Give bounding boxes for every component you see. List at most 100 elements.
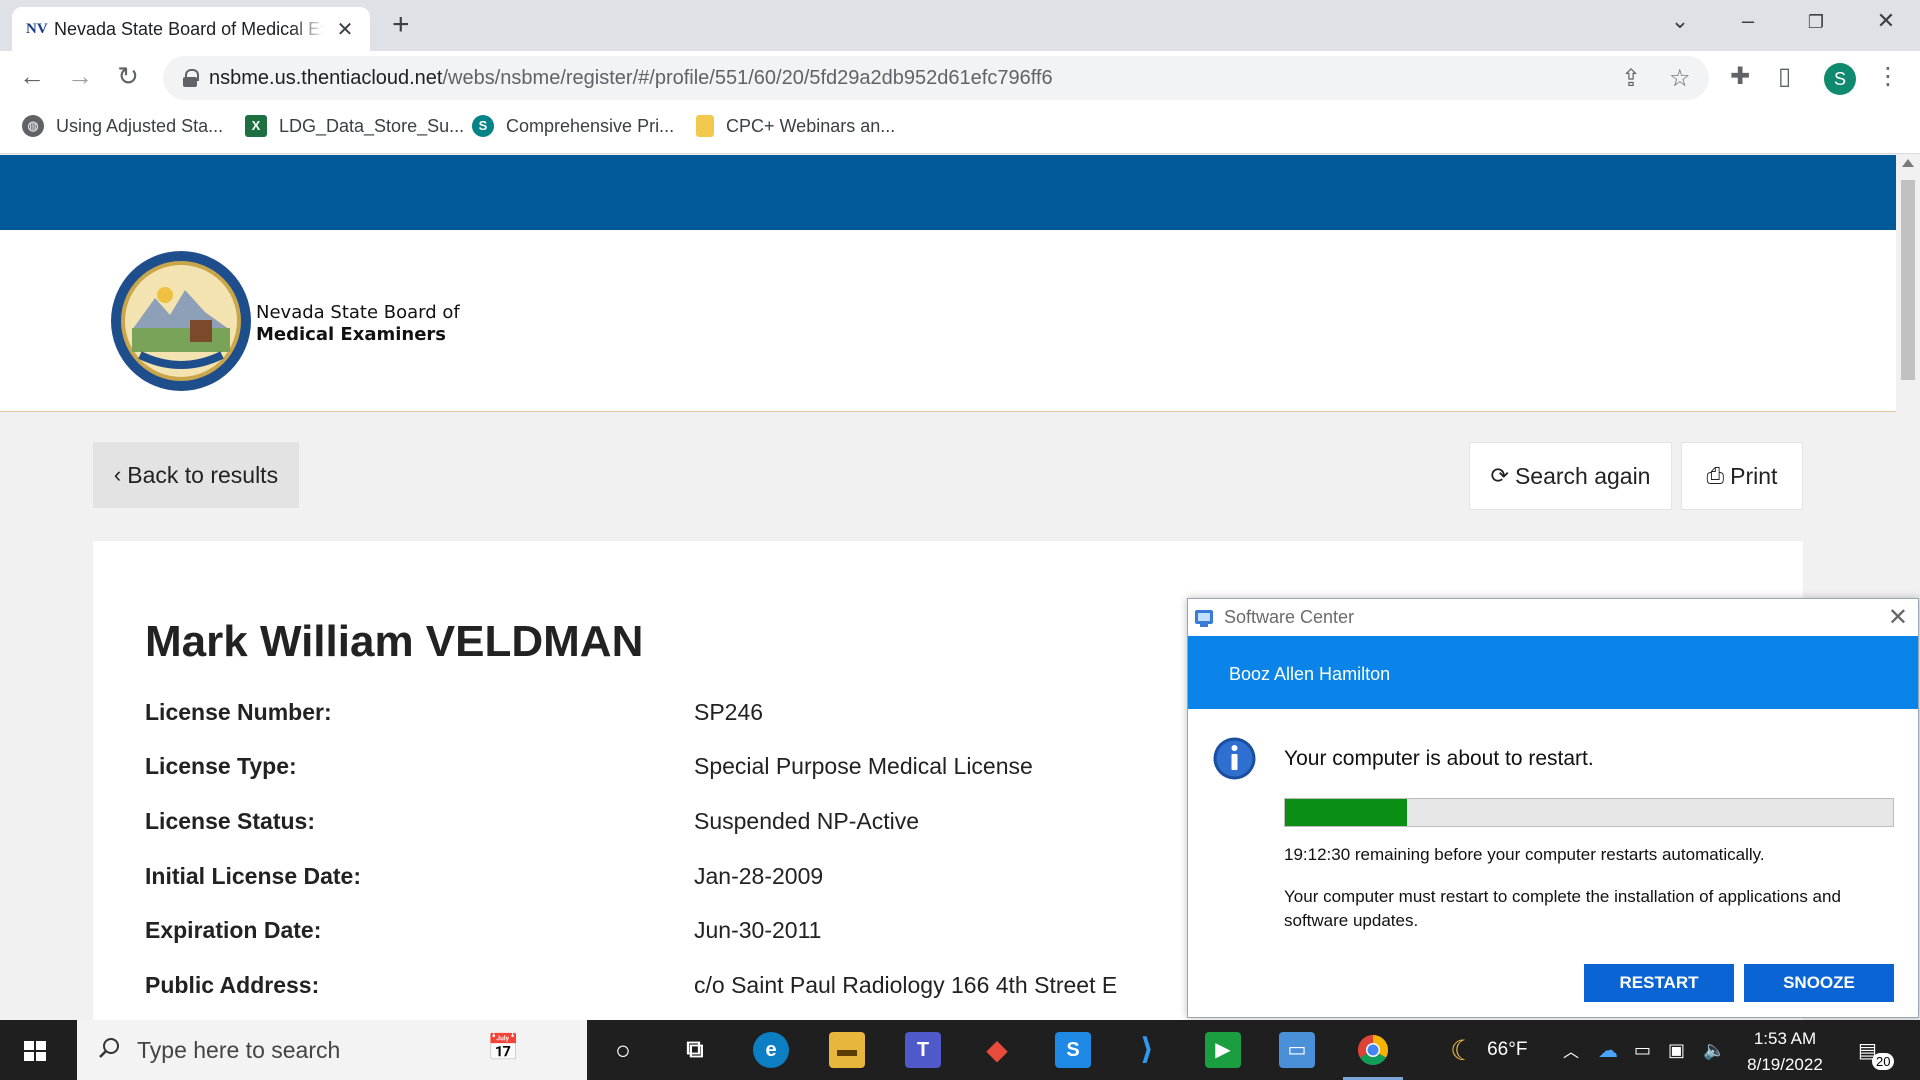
bookmarks-bar: ◍ Using Adjusted Sta... X LDG_Data_Store…: [0, 105, 1920, 154]
site-top-bar: [0, 155, 1896, 230]
sharepoint-icon: S: [472, 115, 494, 137]
globe-icon: ◍: [22, 115, 44, 137]
search-placeholder: Type here to search: [137, 1036, 341, 1063]
back-arrow-icon[interactable]: ←: [14, 61, 50, 92]
bookmark-item[interactable]: S Comprehensive Pri...: [472, 115, 674, 137]
teams-icon[interactable]: T: [905, 1032, 941, 1068]
windows-taskbar: Type here to search 📅 ○ ⧉ e ▬ T ◆ S ⟩ ▶ …: [0, 1020, 1920, 1080]
site-favicon-icon: NV: [26, 20, 48, 37]
bookmark-item[interactable]: CPC+ Webinars an...: [696, 115, 895, 137]
scroll-thumb[interactable]: [1901, 180, 1915, 380]
nevada-state-seal-logo[interactable]: [110, 250, 252, 392]
chevron-left-icon: ‹: [113, 462, 122, 487]
weather-temp: 66°F: [1487, 1039, 1528, 1060]
field-label: License Type:: [145, 753, 297, 779]
forward-arrow-icon[interactable]: →: [62, 61, 98, 92]
reload-icon[interactable]: ↻: [110, 61, 146, 92]
side-panel-icon[interactable]: ▯: [1778, 62, 1791, 91]
chrome-icon[interactable]: [1343, 1032, 1403, 1080]
lock-icon: [183, 69, 199, 87]
back-label: Back to results: [127, 461, 279, 488]
bookmark-label: Using Adjusted Sta...: [56, 115, 224, 136]
field-value: Jan-28-2009: [694, 863, 824, 889]
media-player-icon[interactable]: ▶: [1205, 1032, 1241, 1068]
edge-browser-icon[interactable]: e: [753, 1032, 789, 1068]
moon-icon: ☾: [1450, 1034, 1476, 1066]
bookmark-item[interactable]: X LDG_Data_Store_Su...: [245, 115, 464, 137]
field-label: License Status:: [145, 808, 315, 834]
restart-note: Your computer must restart to complete t…: [1284, 887, 1841, 930]
menu-kebab-icon[interactable]: ⋮: [1876, 62, 1900, 91]
cortana-icon[interactable]: ○: [605, 1032, 641, 1068]
field-value: c/o Saint Paul Radiology 166 4th Street …: [694, 972, 1118, 998]
window-close-icon[interactable]: ✕: [1866, 8, 1906, 34]
browser-tab[interactable]: NV Nevada State Board of Medical Examine…: [12, 7, 370, 51]
brand-line-1: Nevada State Board of: [256, 302, 460, 323]
field-label: Public Address:: [145, 972, 320, 998]
show-hidden-icons-chevron-icon[interactable]: ︿: [1563, 1020, 1579, 1080]
search-again-label: Search again: [1514, 462, 1651, 489]
volume-icon[interactable]: 🔈: [1703, 1020, 1725, 1080]
field-label: Expiration Date:: [145, 917, 322, 943]
address-bar[interactable]: nsbme.us.thentiacloud.net/webs/nsbme/reg…: [163, 56, 1709, 100]
print-button[interactable]: ⎙ Print: [1681, 442, 1803, 510]
browser-toolbar: ← → ↻ nsbme.us.thentiacloud.net/webs/nsb…: [0, 51, 1920, 105]
tab-strip: NV Nevada State Board of Medical Examine…: [0, 0, 1920, 51]
tab-close-icon[interactable]: ✕: [334, 17, 356, 42]
progress-fill: [1285, 799, 1407, 826]
profile-avatar[interactable]: S: [1824, 63, 1856, 95]
snooze-button[interactable]: SNOOZE: [1744, 964, 1894, 1002]
bookmark-star-icon[interactable]: ☆: [1669, 64, 1691, 93]
info-icon: [1213, 737, 1256, 780]
url-text: nsbme.us.thentiacloud.net/webs/nsbme/reg…: [209, 66, 1053, 89]
site-brand[interactable]: Nevada State Board of Medical Examiners: [256, 302, 460, 346]
brand-line-2: Medical Examiners: [256, 324, 447, 345]
remaining-time-text: 19:12:30 remaining before your computer …: [1284, 845, 1765, 864]
dialog-close-icon[interactable]: ✕: [1888, 603, 1908, 632]
share-icon[interactable]: ⇪: [1621, 64, 1641, 93]
search-again-button[interactable]: ⟳ Search again: [1469, 442, 1672, 510]
windows-start-icon[interactable]: [24, 1041, 46, 1061]
vscode-icon[interactable]: ⟩: [1129, 1032, 1165, 1068]
restart-progress-bar: [1284, 798, 1894, 827]
notification-center-icon[interactable]: ▤ 20: [1858, 1020, 1895, 1080]
taskbar-clock[interactable]: 1:53 AM 8/19/2022: [1730, 1026, 1840, 1078]
back-to-results-button[interactable]: ‹ Back to results: [93, 442, 299, 508]
battery-icon[interactable]: ▭: [1634, 1020, 1651, 1080]
bookmark-label: Comprehensive Pri...: [506, 115, 675, 136]
software-center-taskbar-icon[interactable]: ▭: [1279, 1032, 1315, 1068]
task-view-icon[interactable]: ⧉: [677, 1032, 713, 1068]
file-explorer-icon[interactable]: ▬: [829, 1032, 865, 1068]
notification-count-badge: 20: [1872, 1053, 1895, 1070]
scroll-up-arrow-icon[interactable]: [1902, 159, 1914, 167]
bookmark-label: LDG_Data_Store_Su...: [279, 115, 465, 136]
restart-button[interactable]: RESTART: [1584, 964, 1734, 1002]
bookmark-item[interactable]: ◍ Using Adjusted Sta...: [22, 115, 223, 137]
excel-icon: X: [245, 115, 267, 137]
clock-date: 8/19/2022: [1747, 1055, 1823, 1074]
network-icon[interactable]: ▣: [1668, 1020, 1685, 1080]
field-label: Initial License Date:: [145, 863, 362, 889]
printer-icon: ⎙: [1706, 463, 1725, 488]
bookmark-label: CPC+ Webinars an...: [726, 115, 896, 136]
restore-icon[interactable]: ❐: [1796, 12, 1836, 33]
s-app-icon[interactable]: S: [1055, 1032, 1091, 1068]
onedrive-icon[interactable]: ☁: [1598, 1020, 1618, 1080]
taskbar-search-box[interactable]: Type here to search 📅: [77, 1020, 587, 1080]
new-tab-icon[interactable]: +: [392, 8, 410, 42]
restart-message: Your computer is about to restart.: [1284, 747, 1594, 770]
dialog-titlebar[interactable]: Software Center: [1188, 599, 1918, 636]
clock-time: 1:53 AM: [1753, 1029, 1817, 1048]
tab-search-chevron-icon[interactable]: ⌄: [1660, 8, 1700, 34]
search-highlight-icon: 📅: [487, 1032, 520, 1062]
weather-widget[interactable]: ☾ 66°F: [1450, 1020, 1527, 1080]
search-icon: [99, 1038, 119, 1058]
org-name: Booz Allen Hamilton: [1229, 664, 1391, 684]
extensions-icon[interactable]: ✚: [1730, 62, 1750, 91]
refresh-icon: ⟳: [1490, 463, 1509, 488]
snipping-tool-icon[interactable]: ◆: [979, 1032, 1015, 1068]
folder-icon: [696, 115, 714, 137]
software-center-dialog: Software Center ✕ Booz Allen Hamilton Yo…: [1187, 598, 1919, 1018]
minimize-icon[interactable]: –: [1728, 8, 1768, 34]
tab-title: Nevada State Board of Medical Examiners: [54, 18, 324, 39]
